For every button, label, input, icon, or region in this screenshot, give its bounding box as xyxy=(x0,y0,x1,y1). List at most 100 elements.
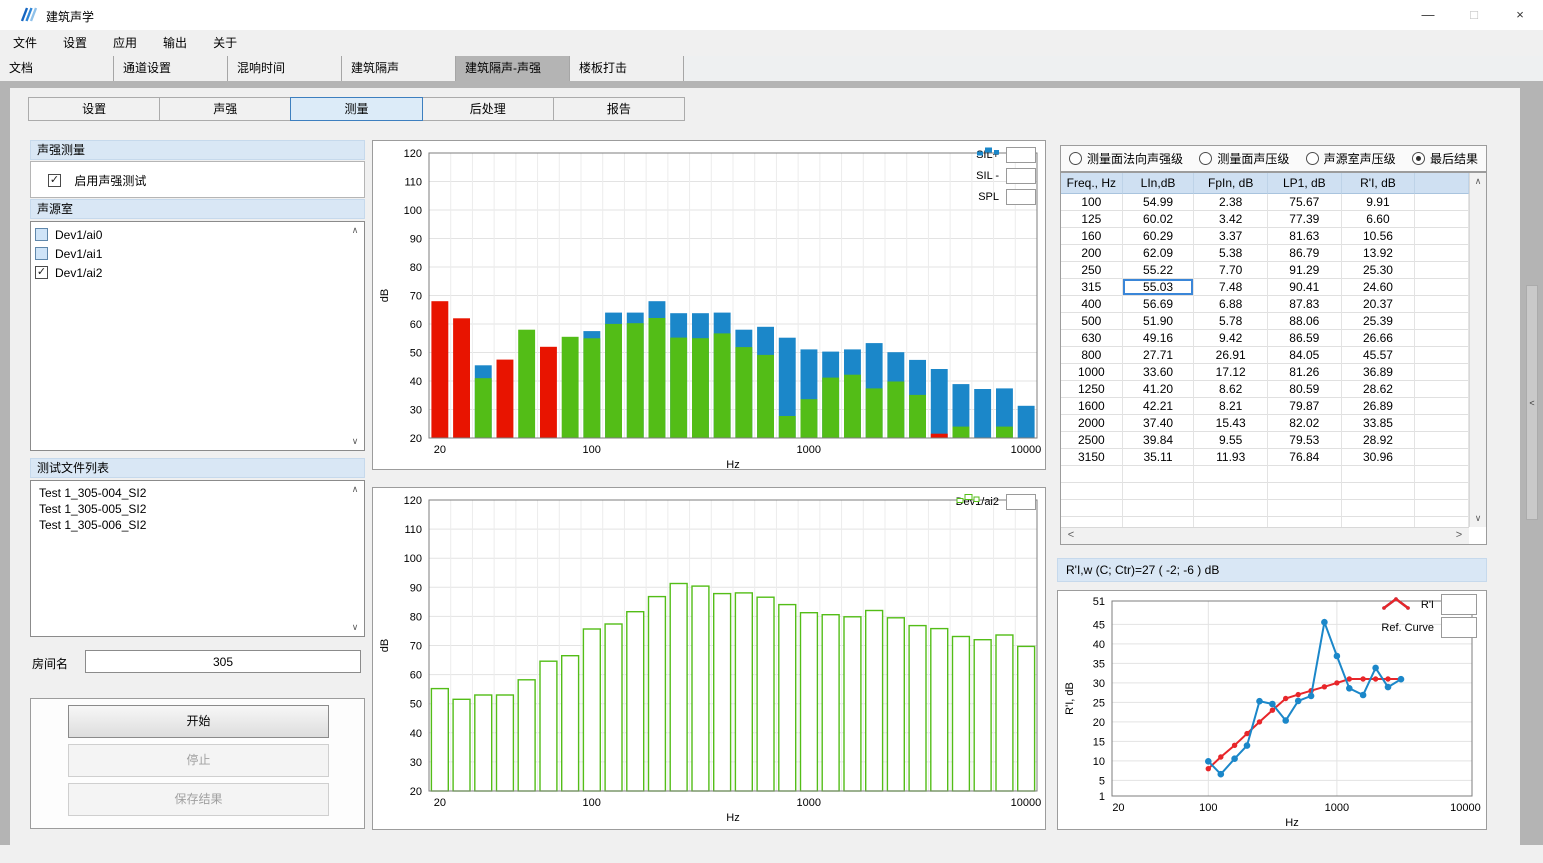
table-header-cell[interactable]: LIn,dB xyxy=(1123,173,1195,194)
table-cell[interactable] xyxy=(1415,432,1469,449)
test-file-item-2[interactable]: Test 1_305-006_SI2 xyxy=(31,517,364,533)
table-cell[interactable]: 84.05 xyxy=(1268,347,1342,364)
table-cell[interactable]: 125 xyxy=(1061,211,1123,228)
table-header-cell[interactable]: FpIn, dB xyxy=(1194,173,1268,194)
table-cell[interactable] xyxy=(1415,279,1469,296)
table-cell[interactable]: 81.26 xyxy=(1268,364,1342,381)
device-list-item-2[interactable]: ✓Dev1/ai2 xyxy=(31,264,364,283)
radio-option-3[interactable]: 最后结果 xyxy=(1412,150,1478,167)
table-cell[interactable] xyxy=(1415,194,1469,211)
table-cell[interactable]: 26.91 xyxy=(1194,347,1268,364)
scroll-down-icon[interactable]: ∨ xyxy=(349,623,361,632)
table-cell[interactable]: 24.60 xyxy=(1342,279,1416,296)
table-cell[interactable]: 79.87 xyxy=(1268,398,1342,415)
table-cell[interactable]: 200 xyxy=(1061,245,1123,262)
table-cell[interactable] xyxy=(1415,330,1469,347)
table-cell[interactable]: 2000 xyxy=(1061,415,1123,432)
table-cell[interactable]: 3150 xyxy=(1061,449,1123,466)
menu-item-2[interactable]: 应用 xyxy=(100,30,150,56)
table-cell[interactable] xyxy=(1415,364,1469,381)
tab-2[interactable]: 混响时间 xyxy=(228,56,342,81)
radio-option-2[interactable]: 声源室声压级 xyxy=(1306,150,1396,167)
subtab-1[interactable]: 声强 xyxy=(159,97,291,121)
scroll-up-icon[interactable]: ∧ xyxy=(349,485,361,494)
table-cell[interactable]: 60.02 xyxy=(1123,211,1195,228)
table-cell[interactable] xyxy=(1415,245,1469,262)
tab-0[interactable]: 文档 xyxy=(0,56,114,81)
table-cell[interactable]: 3.37 xyxy=(1194,228,1268,245)
radio-icon[interactable] xyxy=(1069,152,1082,165)
enable-si-test-checkbox[interactable]: ✓ xyxy=(48,174,61,187)
table-cell[interactable]: 91.29 xyxy=(1268,262,1342,279)
table-header-cell[interactable] xyxy=(1415,173,1469,194)
table-cell[interactable]: 160 xyxy=(1061,228,1123,245)
subtab-2[interactable]: 测量 xyxy=(290,97,422,121)
table-cell[interactable]: 15.43 xyxy=(1194,415,1268,432)
table-cell[interactable] xyxy=(1415,313,1469,330)
table-cell[interactable] xyxy=(1415,415,1469,432)
action-button-1[interactable]: 停止 xyxy=(68,744,329,777)
table-cell[interactable]: 1000 xyxy=(1061,364,1123,381)
table-cell[interactable]: 60.29 xyxy=(1123,228,1195,245)
table-cell[interactable] xyxy=(1415,398,1469,415)
table-cell[interactable]: 17.12 xyxy=(1194,364,1268,381)
table-cell[interactable]: 25.30 xyxy=(1342,262,1416,279)
table-cell[interactable]: 51.90 xyxy=(1123,313,1195,330)
table-cell[interactable]: 33.60 xyxy=(1123,364,1195,381)
menu-item-4[interactable]: 关于 xyxy=(200,30,250,56)
device-list-item-0[interactable]: Dev1/ai0 xyxy=(31,226,364,245)
table-cell[interactable]: 82.02 xyxy=(1268,415,1342,432)
table-cell[interactable]: 7.48 xyxy=(1194,279,1268,296)
table-cell[interactable]: 86.59 xyxy=(1268,330,1342,347)
table-cell[interactable] xyxy=(1415,211,1469,228)
table-cell[interactable]: 62.09 xyxy=(1123,245,1195,262)
table-cell[interactable]: 79.53 xyxy=(1268,432,1342,449)
table-cell[interactable]: 1250 xyxy=(1061,381,1123,398)
table-header-cell[interactable]: Freq., Hz xyxy=(1061,173,1123,194)
table-cell[interactable]: 5.78 xyxy=(1194,313,1268,330)
table-cell[interactable]: 42.21 xyxy=(1123,398,1195,415)
device-list-item-1[interactable]: Dev1/ai1 xyxy=(31,245,364,264)
subtab-4[interactable]: 报告 xyxy=(553,97,685,121)
radio-icon[interactable] xyxy=(1412,152,1425,165)
table-cell[interactable]: 630 xyxy=(1061,330,1123,347)
menu-item-3[interactable]: 输出 xyxy=(150,30,200,56)
table-cell[interactable]: 315 xyxy=(1061,279,1123,296)
table-cell[interactable]: 100 xyxy=(1061,194,1123,211)
selected-cell[interactable]: 55.03 xyxy=(1123,279,1195,296)
table-cell[interactable]: 6.88 xyxy=(1194,296,1268,313)
minimize-button[interactable]: — xyxy=(1405,0,1451,30)
radio-icon[interactable] xyxy=(1199,152,1212,165)
table-cell[interactable]: 30.96 xyxy=(1342,449,1416,466)
tab-1[interactable]: 通道设置 xyxy=(114,56,228,81)
table-cell[interactable]: 6.60 xyxy=(1342,211,1416,228)
table-cell[interactable]: 49.16 xyxy=(1123,330,1195,347)
table-cell[interactable]: 54.99 xyxy=(1123,194,1195,211)
table-cell[interactable]: 10.56 xyxy=(1342,228,1416,245)
table-cell[interactable]: 87.83 xyxy=(1268,296,1342,313)
room-name-input[interactable] xyxy=(85,650,361,673)
table-cell[interactable]: 26.66 xyxy=(1342,330,1416,347)
menu-item-0[interactable]: 文件 xyxy=(0,30,50,56)
table-cell[interactable]: 35.11 xyxy=(1123,449,1195,466)
table-cell[interactable]: 250 xyxy=(1061,262,1123,279)
device-checkbox[interactable]: ✓ xyxy=(35,266,48,279)
scroll-down-icon[interactable]: ∨ xyxy=(349,437,361,446)
table-cell[interactable]: 55.22 xyxy=(1123,262,1195,279)
table-cell[interactable] xyxy=(1415,381,1469,398)
table-cell[interactable]: 500 xyxy=(1061,313,1123,330)
subtab-0[interactable]: 设置 xyxy=(28,97,160,121)
table-cell[interactable]: 800 xyxy=(1061,347,1123,364)
table-cell[interactable] xyxy=(1415,262,1469,279)
table-cell[interactable] xyxy=(1415,296,1469,313)
table-vertical-scrollbar[interactable]: ∧ ∨ xyxy=(1469,173,1486,527)
scroll-up-icon[interactable]: ∧ xyxy=(1472,177,1484,186)
tab-3[interactable]: 建筑隔声 xyxy=(342,56,456,81)
table-cell[interactable]: 27.71 xyxy=(1123,347,1195,364)
table-cell[interactable]: 36.89 xyxy=(1342,364,1416,381)
table-cell[interactable]: 41.20 xyxy=(1123,381,1195,398)
table-cell[interactable]: 86.79 xyxy=(1268,245,1342,262)
scroll-down-icon[interactable]: ∨ xyxy=(1472,514,1484,523)
table-cell[interactable]: 20.37 xyxy=(1342,296,1416,313)
table-cell[interactable]: 25.39 xyxy=(1342,313,1416,330)
